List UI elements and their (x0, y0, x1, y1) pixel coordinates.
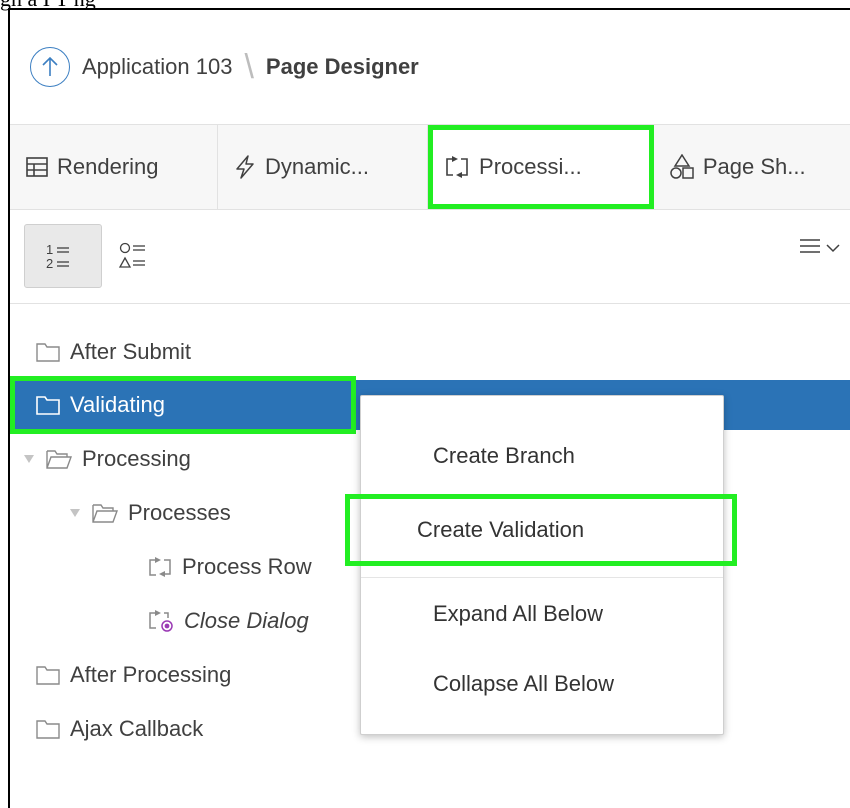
expand-all-below-menu-item[interactable]: Expand All Below (361, 584, 723, 644)
page-designer-panel: Application 103 \ Page Designer Renderin… (8, 8, 850, 808)
tree-node-label: Close Dialog (184, 608, 309, 633)
menu-icon (800, 238, 820, 259)
tab-dynamic-actions[interactable]: Dynamic... (218, 125, 429, 209)
shape-view-button[interactable] (102, 224, 172, 288)
tree-node-label: After Processing (70, 662, 232, 687)
tab-processing[interactable]: Processi... (428, 125, 654, 209)
collapse-all-below-menu-item[interactable]: Collapse All Below (361, 654, 723, 714)
tree-node-label: After Submit (70, 339, 192, 364)
page-caption: gn a I T ng (0, 0, 850, 11)
chevron-down-icon (826, 240, 840, 258)
breadcrumb-application[interactable]: Application 103 (82, 54, 232, 80)
arrow-up-icon[interactable] (30, 47, 70, 87)
expanded-triangle-icon[interactable] (22, 455, 36, 463)
tab-bar: Rendering Dynamic... Processi... Page Sh… (10, 124, 850, 210)
lightning-icon (234, 155, 256, 179)
svg-text:2: 2 (46, 256, 53, 271)
order-view-button[interactable]: 1 2 (24, 223, 102, 288)
create-branch-menu-item[interactable]: Create Branch (361, 426, 723, 486)
tree-node-label: Processing (82, 446, 191, 471)
process-dialog-icon (148, 609, 174, 633)
menu-item-label: Collapse All Below (433, 671, 614, 696)
menu-item-label: Expand All Below (433, 601, 603, 626)
folder-icon (36, 665, 60, 685)
menu-button[interactable] (800, 238, 840, 259)
page-title: Page Designer (265, 54, 419, 79)
tree-node-after-submit[interactable]: After Submit (10, 327, 850, 377)
process-icon (148, 556, 172, 578)
expanded-triangle-icon[interactable] (68, 509, 82, 517)
breadcrumb: Application 103 \ Page Designer (10, 10, 850, 124)
tree-node-label: Processes (128, 500, 231, 525)
tab-label: Page Sh... (702, 154, 806, 179)
shapes-icon (670, 154, 694, 180)
tab-label: Rendering (57, 154, 159, 179)
tab-label: Dynamic... (265, 154, 369, 179)
context-menu: Create Branch Create Validation Expand A… (345, 395, 737, 735)
tree-node-label: Validating (70, 392, 165, 417)
tab-label: Processi... (479, 154, 582, 179)
menu-item-label: Create Validation (417, 517, 585, 542)
menu-item-label: Create Branch (433, 443, 575, 468)
tab-page-shared-components[interactable]: Page Sh... (654, 125, 850, 209)
processing-icon (444, 155, 470, 179)
rendering-icon (26, 157, 48, 177)
create-validation-menu-item[interactable]: Create Validation (345, 494, 737, 566)
tree-toolbar: 1 2 (10, 208, 850, 304)
breadcrumb-separator: \ (244, 47, 254, 86)
folder-icon (36, 342, 60, 362)
tab-rendering[interactable]: Rendering (10, 125, 219, 209)
folder-icon (36, 395, 60, 415)
folder-open-icon (92, 503, 118, 523)
folder-open-icon (46, 449, 72, 469)
folder-icon (36, 719, 60, 739)
menu-divider (361, 577, 723, 578)
tree-node-label: Ajax Callback (70, 716, 204, 741)
svg-text:1: 1 (46, 242, 53, 257)
tree-node-label: Process Row (182, 554, 312, 579)
